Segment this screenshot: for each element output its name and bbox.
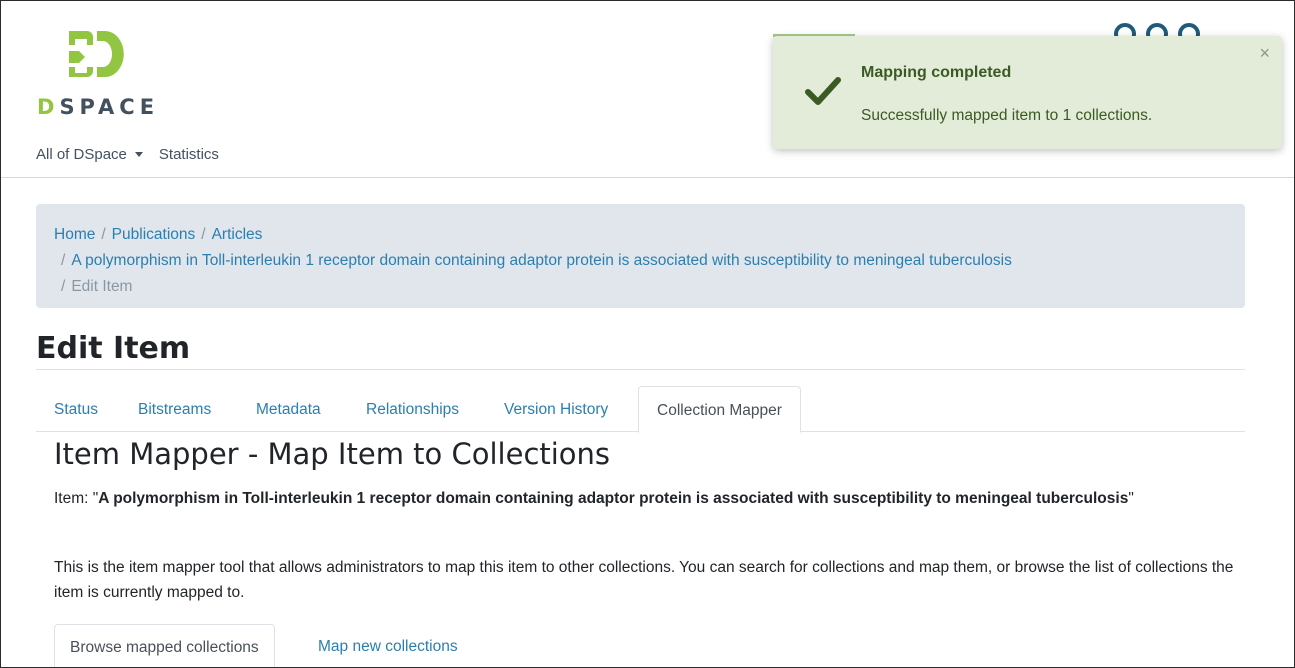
breadcrumb-line: / Edit Item xyxy=(54,274,1227,300)
tab-map-new-collections[interactable]: Map new collections xyxy=(318,624,458,667)
item-prefix: Item: " xyxy=(54,490,99,507)
tab-version-history[interactable]: Version History xyxy=(504,386,608,432)
mapper-title: Item Mapper - Map Item to Collections xyxy=(54,437,611,471)
breadcrumb: Home / Publications / Articles / A polymorphi… xyxy=(36,204,1245,308)
breadcrumb-separator: / xyxy=(101,226,106,243)
nav-statistics[interactable]: Statistics xyxy=(159,146,219,163)
breadcrumb-item[interactable]: A polymorphism in Toll-interleukin 1 rec… xyxy=(71,252,1012,269)
breadcrumb-articles[interactable]: Articles xyxy=(212,226,263,243)
dspace-logo[interactable]: DSPACE xyxy=(37,25,167,125)
breadcrumb-line: / A polymorphism in Toll-interleukin 1 re… xyxy=(54,248,1227,274)
breadcrumb-publications[interactable]: Publications xyxy=(112,226,196,243)
dspace-logo-mark-icon xyxy=(69,31,124,77)
divider xyxy=(36,369,1245,370)
main-nav: All of DSpace Statistics xyxy=(36,146,219,163)
caret-down-icon xyxy=(134,152,143,157)
tab-collection-mapper[interactable]: Collection Mapper xyxy=(638,386,801,433)
breadcrumb-separator: / xyxy=(61,278,66,295)
tab-browse-mapped-collections[interactable]: Browse mapped collections xyxy=(54,624,275,667)
tab-relationships[interactable]: Relationships xyxy=(366,386,459,432)
mapper-description: This is the item mapper tool that allows… xyxy=(54,559,1234,601)
tab-bitstreams[interactable]: Bitstreams xyxy=(138,386,211,432)
nav-statistics-label: Statistics xyxy=(158,146,219,163)
dspace-logo-text: DSPACE xyxy=(37,95,160,119)
mapper-subtabs: Browse mapped collections Map new collec… xyxy=(54,624,1245,667)
tab-status[interactable]: Status xyxy=(54,386,98,432)
breadcrumb-line: Home / Publications / Articles xyxy=(54,222,1227,248)
nav-all-of-dspace-label: All of DSpace xyxy=(36,146,127,163)
nav-all-of-dspace[interactable]: All of DSpace xyxy=(36,146,143,163)
breadcrumb-separator: / xyxy=(201,226,206,243)
notification-toast: Mapping completed Successfully mapped it… xyxy=(773,36,1282,149)
toast-message: Successfully mapped item to 1 collection… xyxy=(861,107,1153,124)
browser-viewport: DSPACE All of DSpace Statistics Mapping … xyxy=(0,0,1295,668)
breadcrumb-separator: / xyxy=(61,252,66,269)
toast-title: Mapping completed xyxy=(861,64,1012,81)
tab-metadata[interactable]: Metadata xyxy=(256,386,321,432)
breadcrumb-home[interactable]: Home xyxy=(54,226,95,243)
breadcrumb-current: Edit Item xyxy=(71,278,133,295)
checkmark-icon xyxy=(805,77,841,105)
item-name: A polymorphism in Toll-interleukin 1 rec… xyxy=(98,490,1129,507)
close-icon[interactable]: × xyxy=(1259,43,1270,64)
mapped-item-line: Item: "A polymorphism in Toll-interleuki… xyxy=(54,486,1234,511)
item-suffix: " xyxy=(1128,490,1134,507)
page-title: Edit Item xyxy=(36,331,191,366)
edit-item-tabs: Status Bitstreams Metadata Relationships… xyxy=(36,386,1245,433)
